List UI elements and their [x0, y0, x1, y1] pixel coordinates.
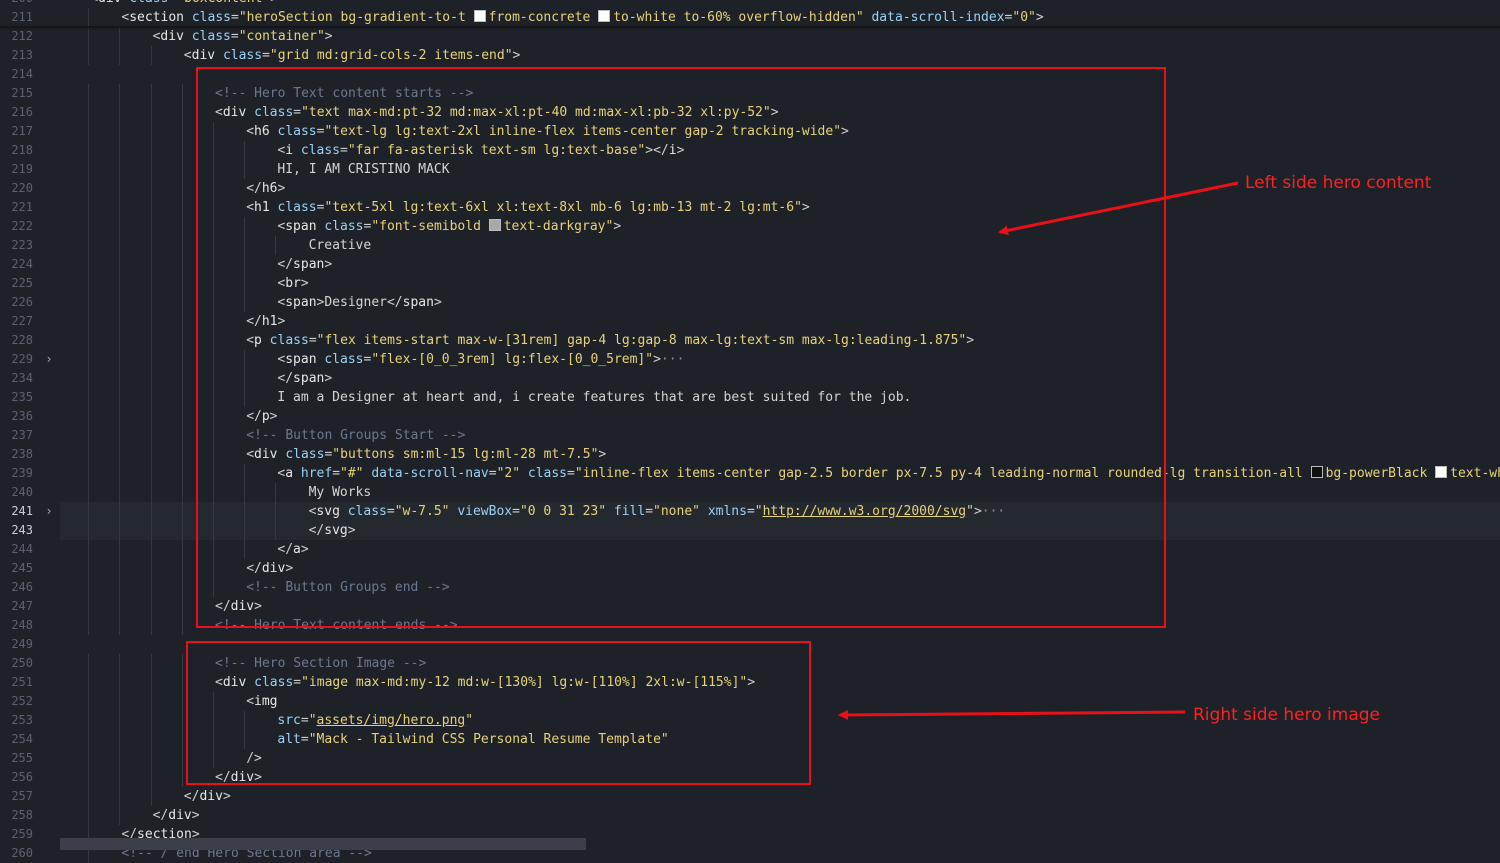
- left-hero-annotation-label: Left side hero content: [1245, 173, 1432, 193]
- right-arrow: [838, 709, 1186, 720]
- right-hero-annotation-label: Right side hero image: [1193, 705, 1381, 725]
- left-arrow: [998, 181, 1239, 236]
